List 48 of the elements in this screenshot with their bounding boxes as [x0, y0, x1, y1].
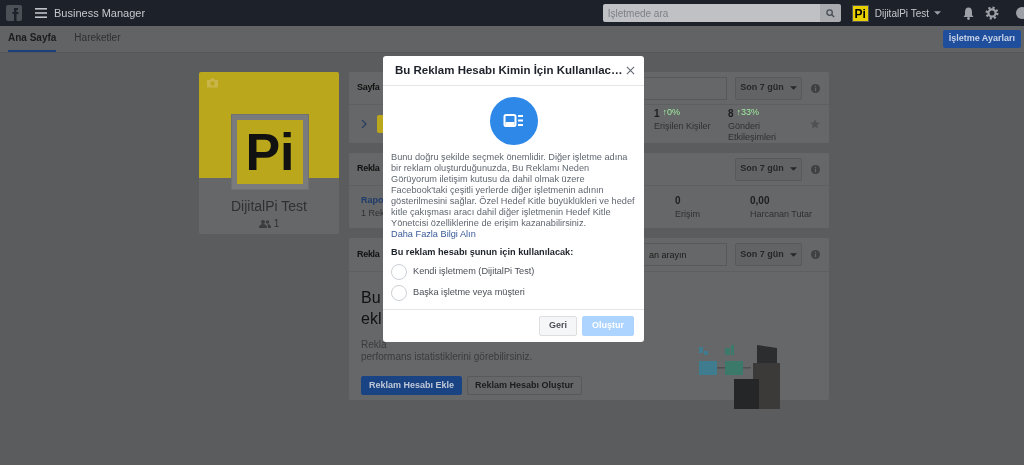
- caret-icon: [789, 167, 797, 171]
- panel-title: Rekla: [356, 247, 380, 261]
- stat-change: ↑0%: [662, 106, 681, 120]
- account-avatar[interactable]: Pi: [851, 4, 869, 22]
- help-icon[interactable]: [1016, 7, 1024, 19]
- settings-icon[interactable]: [985, 6, 999, 20]
- app-title: Business Manager: [54, 5, 146, 21]
- info-icon[interactable]: [811, 164, 820, 174]
- stat-value: 0,00: [750, 193, 771, 208]
- camera-icon[interactable]: [206, 78, 219, 88]
- close-icon[interactable]: [626, 66, 635, 75]
- stat-change: ↑33%: [736, 106, 760, 120]
- stat-value: 8: [728, 106, 734, 121]
- tab[interactable]: Ana Sayfa: [8, 25, 57, 52]
- chevron-right-icon[interactable]: [361, 119, 367, 129]
- info-icon[interactable]: [811, 83, 820, 93]
- caret-icon: [789, 86, 797, 90]
- learn-more-link[interactable]: Daha Fazla Bilgi Alın: [391, 229, 636, 240]
- search-field[interactable]: [644, 76, 727, 100]
- notification-bell-icon[interactable]: [963, 6, 974, 20]
- panel-title: Rekla: [356, 162, 380, 176]
- search-field[interactable]: İşletmede ara: [602, 4, 820, 22]
- dialog-title: Bu Reklam Hesabı Kimin İçin Kullanılac…: [395, 62, 623, 78]
- stat-value: 1: [654, 106, 660, 121]
- search-icon: [825, 8, 835, 18]
- option-label[interactable]: Başka işletme veya müşteri: [413, 286, 525, 301]
- caret-icon: [789, 252, 797, 257]
- heading-text: Bu: [361, 288, 381, 308]
- dialog-body-text: Bunu doğru şekilde seçmek önemlidir. Diğer işletme adına bir reklam oluşturduğunuzda, Bu Reklamı Neden Görüyorum iletişim kutusu da dahil olmak üzere Facebook'taki çeşitli yerlerde diğer işletmenin adının gösterilmesini sağlar. Özel Hedef Kitle büyüklükleri ve hedef kitle çakışması aracı dahil diğer işletmenin Hedef Kitle Yönetcisi özelliklerine de erişim kazanabilirsiniz.: [391, 152, 636, 229]
- business-settings-button[interactable]: İşletme Ayarları: [942, 30, 1021, 48]
- info-icon[interactable]: [811, 250, 820, 259]
- business-logo: Pi: [237, 120, 303, 184]
- heading-text: ekl: [361, 309, 382, 329]
- action-button[interactable]: Reklam Hesabı Ekle: [361, 376, 463, 395]
- option-label[interactable]: Kendi işletmem (DijitalPi Test): [413, 265, 535, 280]
- action-button[interactable]: Reklam Hesabı Oluştur: [467, 376, 582, 395]
- ad-account-icon: [489, 97, 538, 145]
- stat-value: 0: [675, 193, 682, 208]
- search-field[interactable]: an arayın: [644, 243, 727, 266]
- menu-icon[interactable]: [35, 8, 47, 18]
- logo-icon[interactable]: [6, 5, 22, 21]
- question-text: Bu reklam hesabı şunun için kullanılacak:: [391, 246, 575, 259]
- caret-icon[interactable]: [934, 11, 941, 15]
- search-button[interactable]: [819, 4, 841, 22]
- account-name[interactable]: DijitalPi Test: [874, 5, 929, 21]
- dialog-button[interactable]: Geri: [538, 316, 577, 336]
- panel-title: Sayfa: [356, 81, 380, 95]
- people-icon: [258, 219, 271, 228]
